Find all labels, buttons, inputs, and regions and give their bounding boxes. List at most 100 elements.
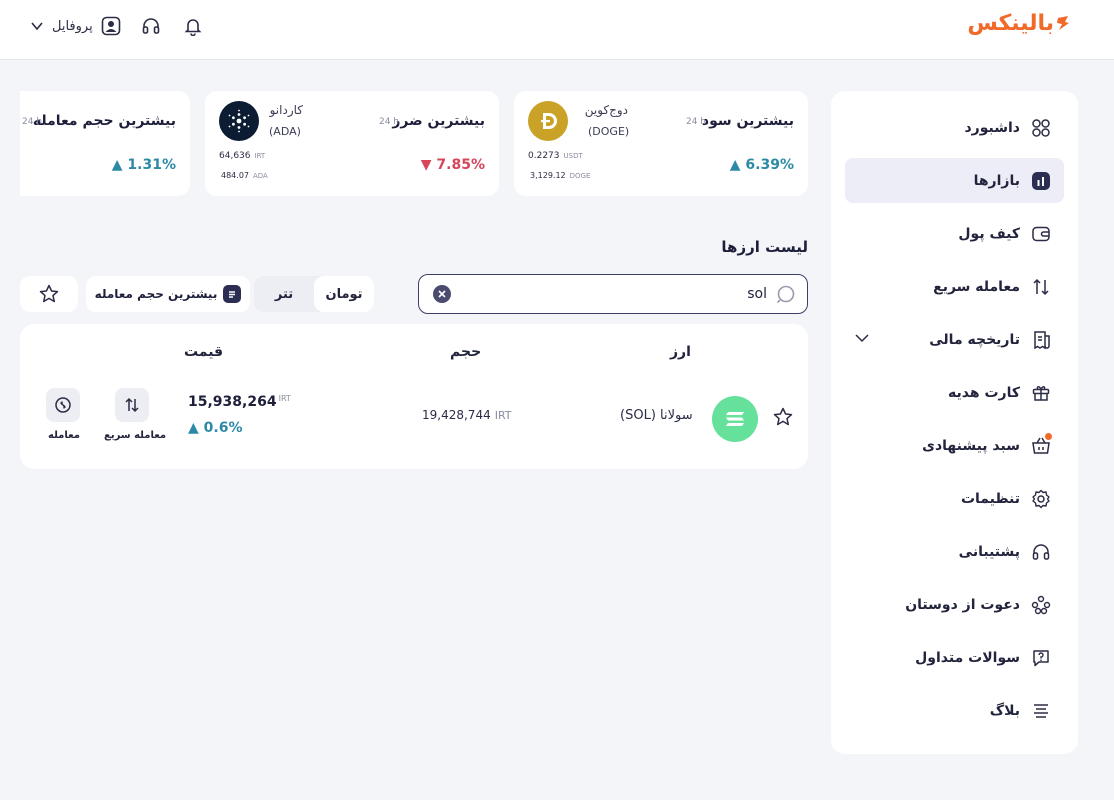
list-title: لیست ارزها [721, 238, 808, 256]
ada-logo-icon [219, 101, 259, 141]
sidebar-item-grid[interactable]: داشبورد [845, 105, 1064, 150]
headset-button[interactable] [139, 14, 163, 38]
basket-icon [1030, 432, 1052, 457]
column-header-price: قیمت [184, 344, 224, 360]
ada-irt-unit: IRT [254, 152, 266, 160]
top-gain-title: بیشترین سود [701, 113, 794, 129]
sort-by-volume-button[interactable]: بیشترین حجم معامله [86, 276, 250, 312]
top-gain-period: 24 h [685, 117, 706, 127]
profile-label: پروفایل [52, 18, 93, 34]
favorites-filter-button[interactable] [20, 276, 78, 312]
sidebar-item-markets[interactable]: بازارها [845, 158, 1064, 203]
trade-label: معامله [48, 430, 80, 441]
doge-usdt-amount: 0.2273 [528, 151, 560, 161]
sidebar-item-faq[interactable]: سوالات متداول [845, 635, 1064, 680]
sort-icon [223, 285, 242, 303]
notification-dot [1045, 432, 1052, 440]
clear-search-button[interactable] [433, 285, 451, 303]
top-loss-change-value: 7.85% [436, 157, 485, 173]
sidebar-item-label: تنظیمات [960, 490, 1020, 507]
chevron-down-icon [31, 22, 43, 31]
sidebar-item-label: سبد پیشنهادی [922, 437, 1020, 454]
segment-tether[interactable]: تتر [254, 276, 314, 312]
sidebar-item-basket[interactable]: سبد پیشنهادی [845, 423, 1064, 468]
logo[interactable]: بالینکس [967, 8, 1070, 38]
top-volume-change-value: 1.31% [127, 157, 176, 173]
trade-icon [55, 397, 71, 413]
segment-toman[interactable]: تومان [314, 276, 374, 312]
logo-text: بالینکس [967, 10, 1054, 36]
swap-icon [125, 397, 139, 413]
column-header-volume: حجم [450, 344, 482, 360]
search-box[interactable] [418, 274, 808, 314]
history-icon [1030, 329, 1052, 351]
search-icon [776, 285, 795, 304]
doge-name: دوج‌کوین [584, 103, 628, 117]
ada-value-irt: 64,636 IRT [219, 151, 265, 161]
coin-volume: 19,428,744 IRT [422, 408, 512, 422]
ada-ada-amount: 484.07 [221, 171, 249, 180]
sidebar-item-label: معامله سریع [933, 278, 1020, 295]
search-input[interactable] [467, 283, 767, 305]
blog-icon [1030, 700, 1052, 722]
coin-volume-value: 19,428,744 [422, 408, 491, 422]
coin-price-value: 15,938,264 [188, 394, 277, 410]
sidebar-item-headset[interactable]: پشتیبانی [845, 529, 1064, 574]
doge-value-doge: 3,129.12 DOGE [530, 171, 590, 180]
ada-symbol: (ADA) [269, 125, 301, 138]
sol-logo-icon [712, 396, 758, 442]
coin-volume-unit: IRT [494, 409, 512, 422]
doge-logo-icon [528, 101, 568, 141]
profile-menu[interactable]: پروفایل [30, 16, 121, 36]
sidebar-item-label: دعوت از دوستان [905, 596, 1020, 613]
star-icon[interactable] [772, 406, 794, 428]
gear-icon [1030, 488, 1052, 510]
top-volume-change: ▲ 1.31% [111, 157, 176, 173]
faq-icon [1030, 647, 1052, 669]
trade-button[interactable] [46, 388, 80, 422]
doge-value-usdt: 0.2273 USDT [528, 151, 583, 161]
column-header-coin: ارز [670, 344, 691, 360]
top-volume-period: 24 h [22, 117, 43, 127]
sidebar-item-gift[interactable]: کارت هدیه [845, 370, 1064, 415]
sidebar-item-label: سوالات متداول [915, 649, 1020, 666]
sidebar-item-label: کارت هدیه [948, 384, 1020, 401]
top-loss-title: بیشترین ضرر [392, 113, 485, 129]
chevron-down-icon[interactable] [853, 329, 871, 351]
top-volume-card[interactable]: بیشترین حجم معامله 24 h ▲ 1.31% [20, 91, 190, 196]
quick-trade-button[interactable] [115, 388, 149, 422]
users-icon [1030, 594, 1052, 616]
top-volume-title: بیشترین حجم معامله [32, 113, 176, 129]
sidebar-item-gear[interactable]: تنظیمات [845, 476, 1064, 521]
doge-doge-amount: 3,129.12 [530, 171, 566, 180]
logo-mark-icon [1057, 16, 1069, 30]
notification-button[interactable] [181, 14, 205, 38]
doge-symbol: (DOGE) [588, 125, 630, 138]
coin-name: سولانا (SOL) [620, 408, 693, 423]
ada-irt-amount: 64,636 [219, 151, 251, 161]
top-loss-period: 24 h [378, 117, 399, 127]
sidebar-item-label: بلاگ [989, 702, 1020, 719]
wallet-icon [1030, 223, 1052, 245]
top-loss-card[interactable]: بیشترین ضرر 24 h ▼ 7.85% کاردانو (ADA) 6… [205, 91, 499, 196]
star-icon [39, 284, 59, 303]
gift-icon [1030, 382, 1052, 404]
sidebar-item-swap[interactable]: معامله سریع [845, 264, 1064, 309]
top-gain-card[interactable]: بیشترین سود 24 h ▲ 6.39% دوج‌کوین (DOGE)… [514, 91, 808, 196]
sidebar-item-blog[interactable]: بلاگ [845, 688, 1064, 733]
sidebar: داشبورد بازارها کیف پول معامله سریع تاریخچه … [831, 91, 1078, 754]
sidebar-item-wallet[interactable]: کیف پول [845, 211, 1064, 256]
sidebar-item-users[interactable]: دعوت از دوستان [845, 582, 1064, 627]
sidebar-item-label: کیف پول [958, 225, 1020, 242]
top-gain-change: ▲ 6.39% [729, 157, 794, 173]
doge-usdt-unit: USDT [563, 152, 583, 160]
ada-value-ada: 484.07 ADA [221, 171, 268, 180]
top-loss-change: ▼ 7.85% [420, 157, 485, 173]
coin-table: ارز حجم قیمت سولانا (SOL) 19,428,744 IRT … [20, 324, 808, 469]
sidebar-item-label: تاریخچه مالی [929, 331, 1020, 348]
sidebar-item-label: پشتیبانی [958, 543, 1020, 560]
coin-price: 15,938,264 IRT [188, 394, 291, 410]
sidebar-item-history[interactable]: تاریخچه مالی [845, 317, 1064, 362]
markets-icon [1030, 170, 1052, 192]
doge-doge-unit: DOGE [569, 172, 591, 180]
